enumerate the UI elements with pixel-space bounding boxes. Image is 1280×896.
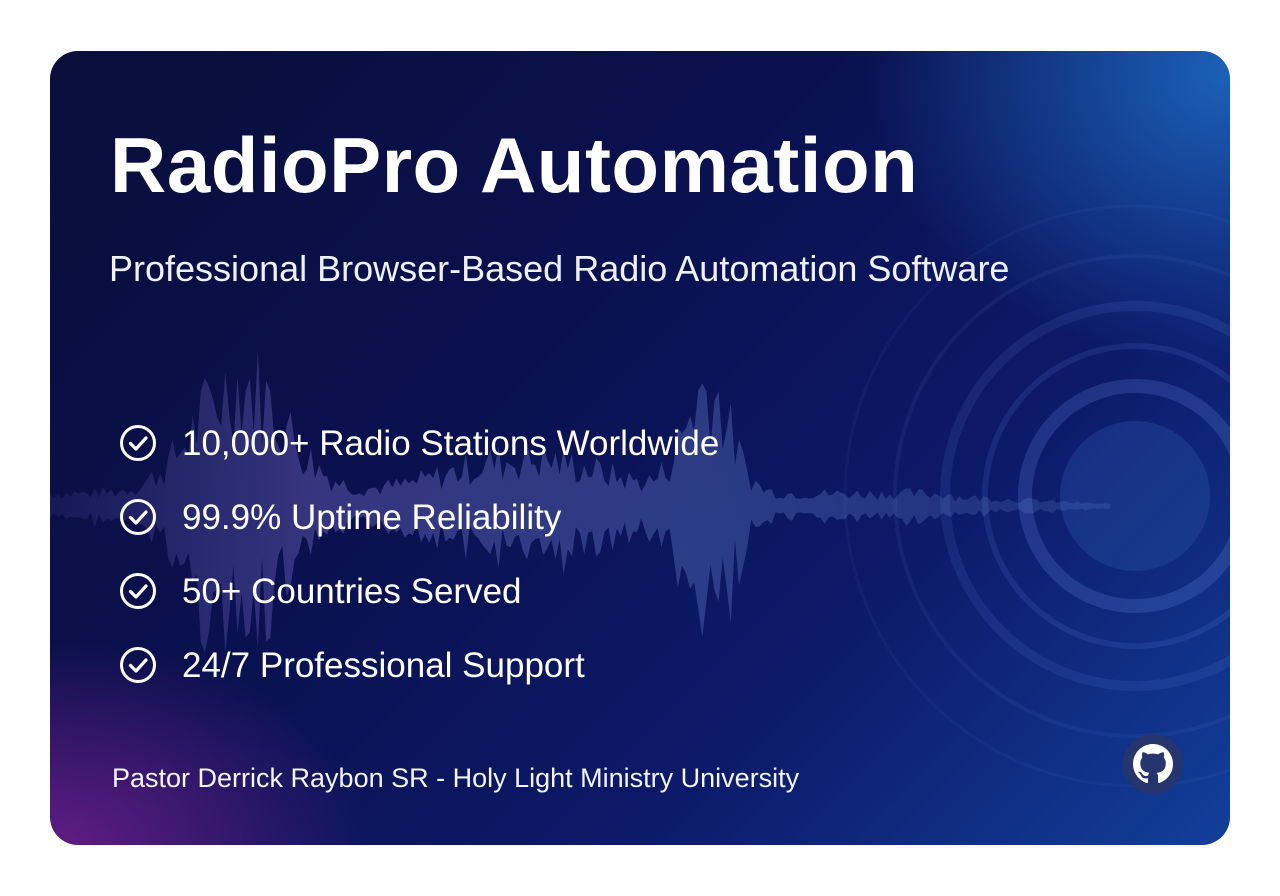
feature-item: 24/7 Professional Support bbox=[118, 628, 719, 702]
banner-card: RadioPro Automation Professional Browser… bbox=[50, 51, 1230, 845]
feature-item: 99.9% Uptime Reliability bbox=[118, 480, 719, 554]
feature-item: 50+ Countries Served bbox=[118, 554, 719, 628]
github-octocat-icon bbox=[1133, 744, 1173, 784]
github-link[interactable] bbox=[1123, 734, 1183, 794]
feature-list: 10,000+ Radio Stations Worldwide 99.9% U… bbox=[118, 406, 719, 702]
page-title: RadioPro Automation bbox=[110, 121, 919, 209]
feature-label: 50+ Countries Served bbox=[182, 571, 522, 611]
check-circle-icon bbox=[120, 573, 156, 609]
check-circle-icon bbox=[120, 647, 156, 683]
feature-label: 24/7 Professional Support bbox=[182, 645, 585, 685]
check-circle-icon bbox=[120, 499, 156, 535]
footer-credit: Pastor Derrick Raybon SR - Holy Light Mi… bbox=[112, 763, 800, 793]
page-subtitle: Professional Browser-Based Radio Automat… bbox=[109, 248, 1010, 289]
feature-label: 99.9% Uptime Reliability bbox=[182, 497, 562, 537]
feature-item: 10,000+ Radio Stations Worldwide bbox=[118, 406, 719, 480]
feature-label: 10,000+ Radio Stations Worldwide bbox=[182, 423, 720, 463]
check-circle-icon bbox=[120, 425, 156, 461]
